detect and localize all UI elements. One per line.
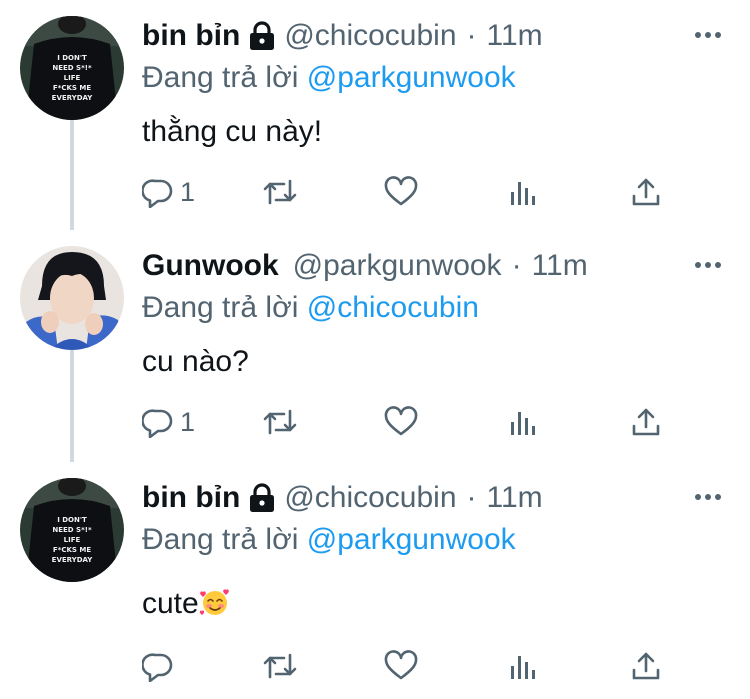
reply-icon: [142, 653, 173, 682]
shirt-text-line: I DON'T: [57, 54, 87, 62]
avatar[interactable]: I DON'T NEED S*!* LIFE F*CKS ME EVERYDAY: [20, 478, 124, 582]
more-options-icon[interactable]: [693, 28, 723, 42]
shirt-text-line: F*CKS ME: [53, 84, 91, 92]
retweet-button[interactable]: [262, 172, 298, 212]
display-name[interactable]: bin bỉn: [142, 478, 240, 518]
tweet-header: bin bỉn @chicocubin · 11m: [142, 16, 543, 56]
share-icon: [632, 178, 660, 206]
tweet-text-container: cute: [142, 584, 231, 624]
timestamp[interactable]: 11m: [487, 16, 543, 56]
mention-link[interactable]: @parkgunwook: [307, 61, 516, 94]
shirt-text-line: EVERYDAY: [52, 556, 94, 564]
like-icon: [384, 406, 418, 436]
mention-link[interactable]: @chicocubin: [307, 291, 479, 324]
reply-count: 1: [180, 406, 196, 437]
user-handle[interactable]: @chicocubin: [284, 478, 456, 518]
like-button[interactable]: [384, 646, 418, 686]
tweet[interactable]: I DON'T NEED S*!* LIFE F*CKS ME EVERYDAY…: [0, 16, 750, 228]
analytics-button[interactable]: [508, 402, 538, 442]
replying-to-label: Đang trả lời: [142, 523, 299, 556]
tweet[interactable]: Gunwook @parkgunwook · 11m Đang trả lời …: [0, 246, 750, 458]
tweet-actions: 1: [142, 172, 702, 212]
replying-to-label: Đang trả lời: [142, 291, 299, 324]
like-icon: [384, 176, 418, 206]
timestamp[interactable]: 11m: [487, 478, 543, 518]
avatar[interactable]: I DON'T NEED S*!* LIFE F*CKS ME EVERYDAY: [20, 16, 124, 120]
replying-to: Đang trả lời @parkgunwook: [142, 520, 516, 560]
separator-dot: ·: [466, 19, 477, 52]
more-options-icon[interactable]: [693, 258, 723, 272]
shirt-text-line: I DON'T: [57, 516, 87, 524]
share-icon: [632, 408, 660, 436]
shirt-text-line: EVERYDAY: [52, 94, 94, 102]
mention-link[interactable]: @parkgunwook: [307, 523, 516, 556]
tweet-header: Gunwook @parkgunwook · 11m: [142, 246, 588, 286]
like-button[interactable]: [384, 172, 418, 212]
lock-icon: [250, 21, 275, 50]
more-options-icon[interactable]: [693, 490, 723, 504]
retweet-button[interactable]: [262, 646, 298, 686]
tweet-header: bin bỉn @chicocubin · 11m: [142, 478, 543, 518]
retweet-icon: [263, 409, 297, 435]
analytics-icon: [511, 656, 535, 679]
tweet-text: cute: [142, 587, 199, 620]
tweet-text: thằng cu này!: [142, 115, 323, 148]
like-icon: [384, 650, 418, 680]
retweet-icon: [263, 179, 297, 205]
shirt-text-line: LIFE: [64, 74, 81, 82]
shirt-text-line: NEED S*!*: [52, 526, 92, 534]
smiling-face-with-hearts-icon: [199, 589, 229, 615]
replying-to-label: Đang trả lời: [142, 61, 299, 94]
retweet-button[interactable]: [262, 402, 298, 442]
analytics-icon: [511, 412, 535, 435]
shirt-text-line: F*CKS ME: [53, 546, 91, 554]
reply-icon: [142, 179, 173, 208]
user-handle[interactable]: @parkgunwook: [293, 246, 502, 286]
replying-to: Đang trả lời @parkgunwook: [142, 58, 516, 98]
separator-dot: ·: [466, 481, 477, 514]
share-button[interactable]: [630, 646, 662, 686]
avatar[interactable]: [20, 246, 124, 350]
analytics-icon: [511, 182, 535, 205]
share-button[interactable]: [630, 172, 662, 212]
user-handle[interactable]: @chicocubin: [284, 16, 456, 56]
tweet[interactable]: I DON'T NEED S*!* LIFE F*CKS ME EVERYDAY…: [0, 478, 750, 699]
analytics-button[interactable]: [508, 172, 538, 212]
share-button[interactable]: [630, 402, 662, 442]
tweet-actions: [142, 646, 702, 686]
reply-icon: [142, 409, 173, 438]
separator-dot: ·: [511, 249, 522, 282]
retweet-icon: [263, 653, 297, 679]
display-name[interactable]: Gunwook: [142, 246, 279, 286]
timestamp[interactable]: 11m: [532, 246, 588, 286]
analytics-button[interactable]: [508, 646, 538, 686]
reply-count: 1: [180, 176, 196, 207]
shirt-text-line: NEED S*!*: [52, 64, 92, 72]
display-name[interactable]: bin bỉn: [142, 16, 240, 56]
tweet-text: cu nào?: [142, 345, 249, 378]
like-button[interactable]: [384, 402, 418, 442]
reply-button[interactable]: 1: [142, 402, 195, 442]
shirt-text-line: LIFE: [64, 536, 81, 544]
reply-button[interactable]: [142, 646, 180, 686]
lock-icon: [250, 483, 275, 512]
reply-button[interactable]: 1: [142, 172, 195, 212]
tweet-actions: 1: [142, 402, 702, 442]
replying-to: Đang trả lời @chicocubin: [142, 288, 479, 328]
share-icon: [632, 652, 660, 680]
